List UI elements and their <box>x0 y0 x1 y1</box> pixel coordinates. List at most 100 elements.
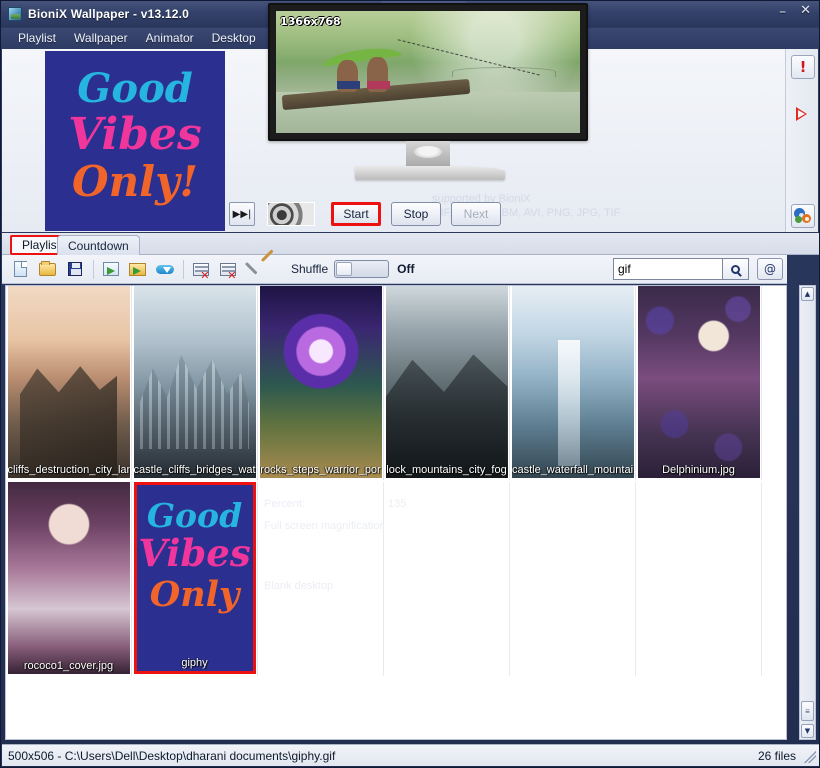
list-item[interactable]: rocks_steps_warrior_por <box>258 286 384 480</box>
next-button[interactable]: Next <box>451 202 501 226</box>
thumbnail: rococo1_cover.jpg <box>7 482 130 674</box>
online-search-button[interactable]: @ <box>757 258 783 280</box>
save-playlist-button[interactable] <box>62 258 87 281</box>
window-title: BioniX Wallpaper - v13.12.0 <box>28 7 190 21</box>
search-input[interactable] <box>613 258 723 280</box>
thumbnail: rocks_steps_warrior_por <box>259 286 382 478</box>
monitor-screen: 1366x768 <box>276 11 580 133</box>
close-button[interactable]: ✕ <box>798 4 813 18</box>
new-playlist-button[interactable] <box>8 258 33 281</box>
list-item-empty[interactable] <box>636 482 762 676</box>
alert-button[interactable]: ! <box>791 55 815 79</box>
thumbnail-image <box>637 286 760 478</box>
playlist-grid[interactable]: cliffs_destruction_city_lan castle_cliff… <box>5 285 787 740</box>
list-item[interactable]: castle_waterfall_mountai <box>510 286 636 480</box>
thumbnail: castle_waterfall_mountai <box>511 286 634 478</box>
thumbnail-image: Good Vibes Only <box>136 485 253 671</box>
monitor-base <box>355 166 505 180</box>
list-item-label: cliffs_destruction_city_lan <box>7 464 130 476</box>
mini-thumbnail-preview[interactable] <box>267 202 315 226</box>
remove-item-icon <box>192 262 210 280</box>
menu-item-wallpaper[interactable]: Wallpaper <box>65 29 137 48</box>
list-item-label: giphy <box>181 657 208 669</box>
tools-icon <box>246 261 263 277</box>
add-files-button[interactable] <box>98 258 123 281</box>
remove-item-button[interactable] <box>188 258 213 281</box>
list-item-label: castle_cliffs_bridges_wat <box>133 464 256 476</box>
thumbnail-image <box>133 286 256 478</box>
search-area: @ <box>613 258 783 280</box>
download-wallpaper-button[interactable] <box>152 258 177 281</box>
current-wallpaper-preview[interactable]: Good Vibes Only! <box>45 51 225 231</box>
wallpaper-preview-line2: Vibes <box>68 109 202 160</box>
new-playlist-icon <box>14 261 27 277</box>
list-item-selected[interactable]: Good Vibes Only giphy <box>132 482 258 676</box>
menu-item-animator[interactable]: Animator <box>137 29 203 48</box>
scroll-up-button[interactable]: ▲ <box>801 287 814 301</box>
import-file-icon <box>102 262 119 276</box>
search-button[interactable] <box>723 258 749 280</box>
wallpaper-preview-line3: Only! <box>72 157 198 206</box>
thumbnail: cliffs_destruction_city_lan <box>7 286 130 478</box>
cloud-download-icon <box>155 263 174 275</box>
gears-icon <box>794 208 812 224</box>
settings-button[interactable] <box>791 204 815 228</box>
list-item-empty[interactable]: Percent: Full screen magnification Blank… <box>258 482 386 676</box>
scroll-down-button[interactable]: ▼ <box>801 724 814 738</box>
list-item-label: rococo1_cover.jpg <box>23 660 114 672</box>
list-item[interactable]: rococo1_cover.jpg <box>6 482 132 676</box>
import-folder-icon <box>129 262 146 276</box>
start-button[interactable]: Start <box>331 202 381 226</box>
child-shorts-1 <box>336 80 360 90</box>
monitor-preview[interactable]: 1366x768 <box>263 3 593 184</box>
scrollbar-thumb[interactable]: ≡ <box>801 701 814 721</box>
remove-all-button[interactable] <box>215 258 240 281</box>
menu-item-playlist[interactable]: Playlist <box>9 29 65 48</box>
open-folder-icon <box>39 260 56 276</box>
exclamation-icon: ! <box>799 57 807 76</box>
minimize-button[interactable]: – <box>777 5 788 19</box>
app-picture-icon <box>8 7 22 21</box>
toolbar-separator <box>93 259 94 279</box>
tab-strip: Playlist Countdown <box>2 233 819 255</box>
wallpaper-preview-line1: Good <box>77 65 193 112</box>
thumbnail-image <box>385 286 508 478</box>
list-item[interactable]: cliffs_destruction_city_lan <box>6 286 132 480</box>
play-outline-icon[interactable] <box>796 107 807 121</box>
shuffle-label: Shuffle <box>291 262 329 276</box>
playback-controls: ▶▶| Start Stop Next <box>229 200 501 228</box>
tools-button[interactable] <box>242 258 267 281</box>
thumbnail: Good Vibes Only giphy <box>133 482 256 674</box>
tab-countdown[interactable]: Countdown <box>57 235 140 255</box>
shuffle-state: Off <box>397 262 415 276</box>
thumbnail-image <box>7 482 130 674</box>
resize-grip[interactable] <box>804 751 816 763</box>
thumbnail: lock_mountains_city_fog <box>385 286 508 478</box>
giphy-line3: Only <box>149 574 240 615</box>
list-item-empty[interactable] <box>510 482 636 676</box>
giphy-line2: Vibes <box>138 531 251 575</box>
list-item[interactable]: Delphinium.jpg <box>636 286 762 480</box>
application-window: BioniX Wallpaper - v13.12.0 – ✕ Playlist… <box>0 0 820 768</box>
remove-all-icon <box>219 262 237 280</box>
resolution-badge: 1366x768 <box>280 15 341 28</box>
skip-forward-icon[interactable]: ▶▶| <box>229 202 255 226</box>
thumbnail-image <box>511 286 634 478</box>
ghost-text-percent: Percent: <box>264 498 305 510</box>
thumbnail: Delphinium.jpg <box>637 286 760 478</box>
stop-button[interactable]: Stop <box>391 202 441 226</box>
monitor-bezel: 1366x768 <box>268 3 588 141</box>
list-item-empty[interactable]: 135 <box>384 482 510 676</box>
magnifier-icon <box>731 264 740 274</box>
status-file-path: 500x506 - C:\Users\Dell\Desktop\dharani … <box>8 748 336 763</box>
menu-item-desktop[interactable]: Desktop <box>203 29 265 48</box>
open-playlist-button[interactable] <box>35 258 60 281</box>
list-item[interactable]: castle_cliffs_bridges_wat <box>132 286 258 480</box>
side-toolbar: ! <box>785 49 818 232</box>
add-folder-button[interactable] <box>125 258 150 281</box>
list-item[interactable]: lock_mountains_city_fog <box>384 286 510 480</box>
window-controls: – ✕ <box>777 4 813 20</box>
vertical-scrollbar[interactable]: ▲ ≡ ▼ <box>799 285 816 740</box>
list-item-label: lock_mountains_city_fog <box>386 464 507 476</box>
shuffle-toggle[interactable] <box>334 260 390 278</box>
